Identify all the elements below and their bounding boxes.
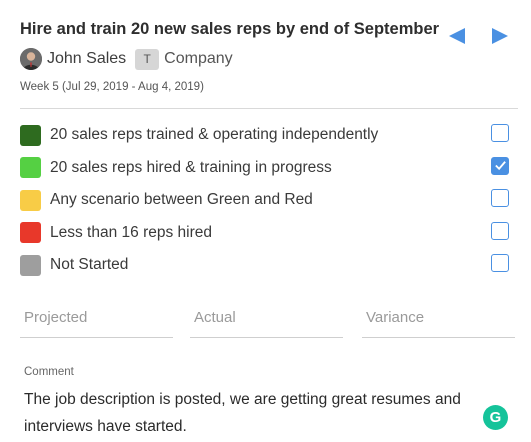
status-swatch-red	[20, 222, 41, 244]
variance-input[interactable]	[362, 302, 515, 332]
status-label: Not Started	[50, 256, 129, 274]
comment-label: Comment	[24, 366, 74, 378]
goal-header: Hire and train 20 new sales reps by end …	[20, 0, 520, 110]
comment-textarea[interactable]: The job description is posted, we are ge…	[24, 386, 484, 440]
previous-week-button[interactable]	[447, 26, 467, 46]
status-swatch-yellow	[20, 189, 41, 211]
goal-title: Hire and train 20 new sales reps by end …	[20, 20, 440, 38]
projected-input[interactable]	[20, 302, 173, 332]
status-option-on-track[interactable]: 20 sales reps hired & training in progre…	[20, 152, 512, 185]
grammarly-letter: G	[489, 409, 502, 426]
status-checkbox[interactable]	[491, 189, 509, 207]
projected-field-wrapper	[20, 302, 173, 338]
header-divider	[20, 108, 518, 109]
checkmark-icon	[494, 161, 506, 171]
grammarly-icon[interactable]: G	[483, 405, 508, 430]
status-option-at-risk[interactable]: Any scenario between Green and Red	[20, 184, 512, 217]
company-name[interactable]: Company	[164, 50, 232, 68]
status-checkbox[interactable]	[491, 254, 509, 272]
status-label: Less than 16 reps hired	[50, 223, 212, 241]
status-option-complete[interactable]: 20 sales reps trained & operating indepe…	[20, 119, 512, 152]
status-option-off-track[interactable]: Less than 16 reps hired	[20, 217, 512, 250]
next-week-button[interactable]	[490, 26, 510, 46]
status-list: 20 sales reps trained & operating indepe…	[20, 119, 512, 282]
actual-input[interactable]	[190, 302, 343, 332]
status-label: 20 sales reps trained & operating indepe…	[50, 126, 379, 144]
company-badge: T	[135, 48, 160, 70]
status-label: Any scenario between Green and Red	[50, 191, 313, 209]
status-checkbox[interactable]	[491, 221, 509, 240]
status-swatch-gray	[20, 254, 41, 276]
triangle-right-icon	[492, 28, 508, 44]
triangle-left-icon	[449, 28, 465, 44]
variance-field-wrapper	[362, 302, 515, 338]
owner-name[interactable]: John Sales	[47, 50, 126, 68]
status-checkbox[interactable]	[491, 156, 509, 175]
actual-field-wrapper	[190, 302, 343, 338]
status-checkbox[interactable]	[491, 124, 509, 142]
owner-row: John Sales T Company	[20, 46, 233, 72]
avatar	[20, 48, 42, 70]
status-swatch-dark-green	[20, 124, 41, 146]
status-label: 20 sales reps hired & training in progre…	[50, 158, 332, 176]
status-swatch-green	[20, 157, 41, 179]
status-option-not-started[interactable]: Not Started	[20, 249, 512, 282]
week-range: Week 5 (Jul 29, 2019 - Aug 4, 2019)	[20, 81, 204, 93]
